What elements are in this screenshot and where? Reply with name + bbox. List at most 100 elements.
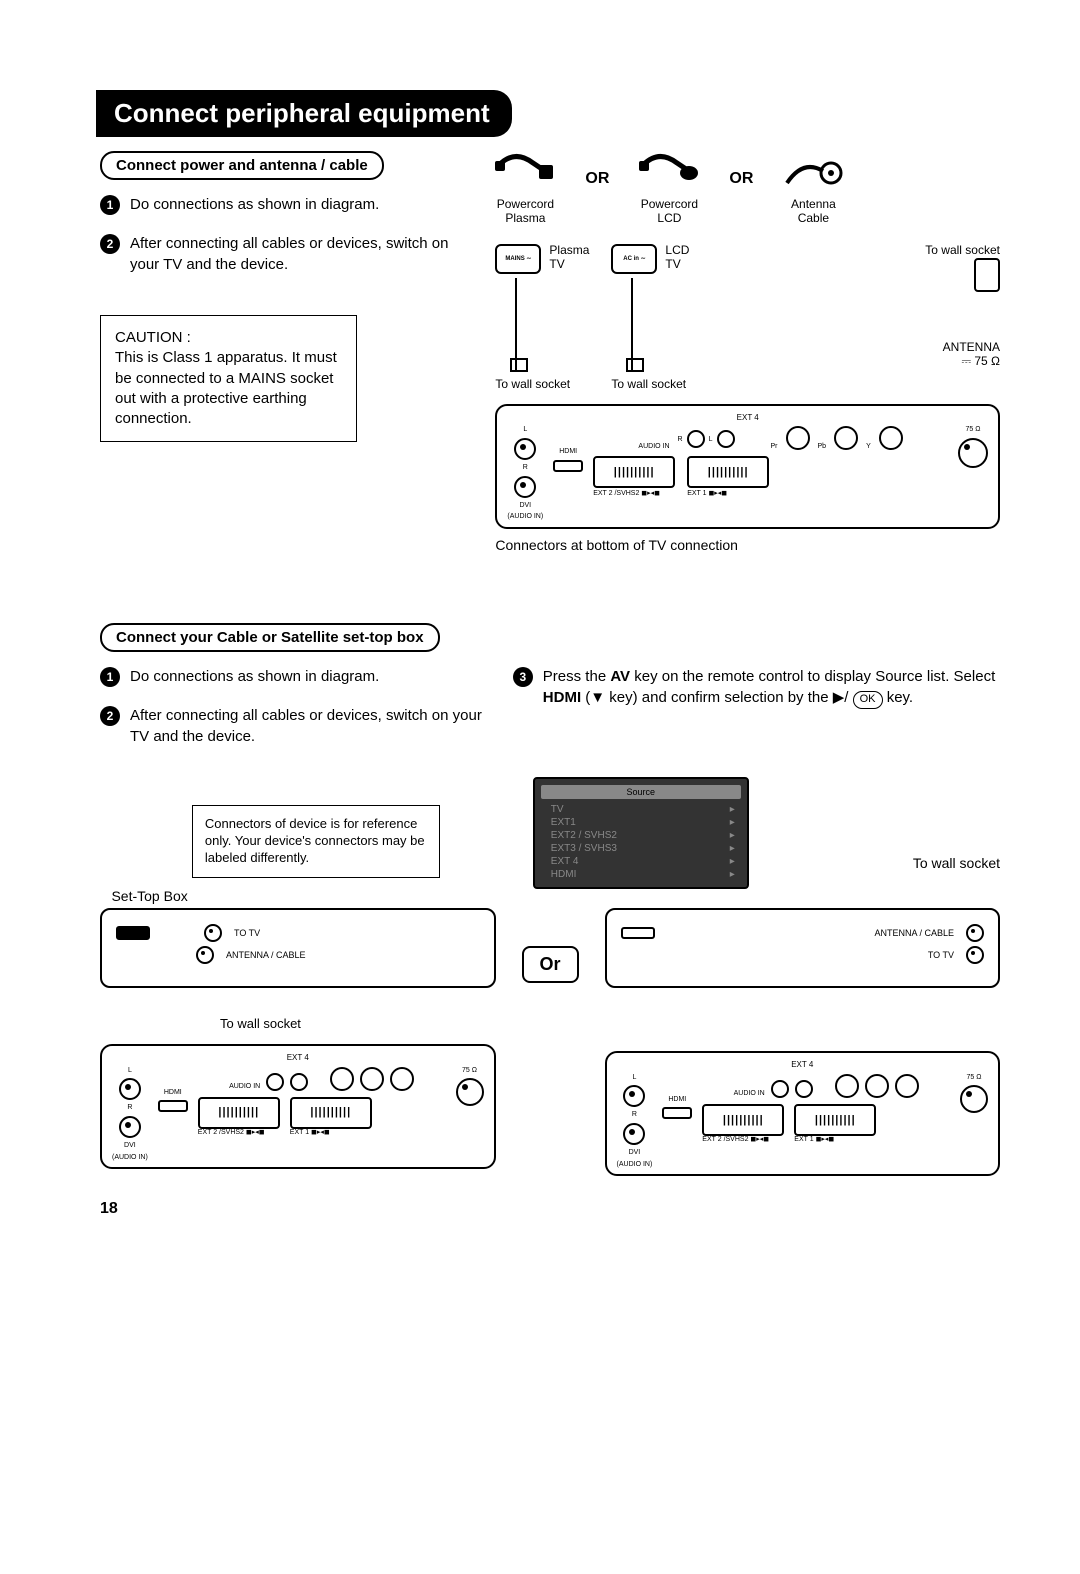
source-item: EXT 4▸ [541, 855, 741, 868]
wall-label-3: To wall socket [925, 244, 1000, 258]
panel-ohm: 75 Ω [966, 426, 981, 434]
or-2: OR [729, 170, 753, 188]
cord-plasma [515, 278, 589, 370]
pl-rca2 [290, 1073, 308, 1091]
stb-hdmi-right [621, 927, 655, 939]
jack-audio-r [514, 476, 536, 498]
stb-totv-label: TO TV [234, 928, 260, 938]
pl-l: L [128, 1067, 132, 1075]
stb-totv-label-r: TO TV [928, 950, 954, 960]
panel-ext4: EXT 4 [507, 414, 988, 423]
cable1-l2: Plasma [505, 211, 545, 225]
lcd-tv-label: LCDTV [665, 244, 689, 272]
section2-step1: Do connections as shown in diagram. [130, 666, 483, 687]
mains-plug: MAINS ∼ [495, 244, 541, 274]
pl-hdmi-slot [158, 1100, 188, 1112]
section2-step3: Press the AV key on the remote control t… [543, 666, 1000, 708]
stb-label: Set-Top Box [111, 888, 482, 904]
jack-l: L [523, 426, 527, 434]
caution-text: This is Class 1 apparatus. It must be co… [115, 349, 337, 427]
pr-rca1 [771, 1080, 789, 1098]
rca-y [879, 426, 903, 450]
jack-hdmi-lbl: HDMI [559, 448, 577, 456]
pl-dvi: DVI [124, 1142, 136, 1150]
pr-r: R [632, 1111, 637, 1119]
rca-y-l: Y [866, 443, 871, 451]
pl-rca-pb [360, 1067, 384, 1091]
pl-hdmi: HDMI [164, 1089, 182, 1097]
jack-r: R [523, 464, 528, 472]
antenna-plug [974, 258, 1000, 292]
source-menu-title: Source [541, 785, 741, 799]
stb-left-wall: To wall socket [220, 1017, 496, 1032]
step-num-1: 1 [100, 195, 120, 215]
pr-scart2-l: EXT 2 /SVHS2 ◼▸◂◼ [702, 1136, 784, 1144]
s2-step-num-3: 3 [513, 667, 533, 687]
pl-jack-r [119, 1116, 141, 1138]
pr-dvi: DVI [629, 1149, 641, 1157]
cord-lcd [631, 278, 689, 370]
pr-jack-l [623, 1085, 645, 1107]
jack-audio-l [514, 438, 536, 460]
s2-step-num-1: 1 [100, 667, 120, 687]
pr-hdmi-slot [662, 1107, 692, 1119]
pr-scart1 [794, 1104, 876, 1136]
pr-ohm: 75 Ω [967, 1074, 982, 1082]
plasma-tv-label: PlasmaTV [549, 244, 589, 272]
stb-hdmi-left [116, 926, 150, 940]
panel-audio-in: AUDIO IN [638, 443, 669, 451]
scart-ext1 [687, 456, 769, 488]
stb-coax-ant-right [966, 924, 984, 942]
stb-coax-totv-left [204, 924, 222, 942]
antenna-jack [958, 438, 988, 468]
section1-step1: Do connections as shown in diagram. [130, 194, 465, 215]
caution-label: CAUTION : [115, 329, 191, 346]
wall-label-1: To wall socket [495, 378, 589, 392]
tv-panel-left: EXT 4 L R DVI (AUDIO IN) HDMI [100, 1044, 496, 1170]
cable1-l1: Powercord [497, 197, 554, 211]
rca-pr [786, 426, 810, 450]
section2-heading: Connect your Cable or Satellite set-top … [100, 623, 440, 652]
page-number: 18 [100, 1200, 1000, 1218]
pr-scart1-l: EXT 1 ◼▸◂◼ [794, 1136, 876, 1144]
source-item: HDMI▸ [541, 868, 741, 881]
pr-ant-jack [960, 1085, 988, 1113]
panel-caption: Connectors at bottom of TV connection [495, 537, 1000, 553]
hdmi-slot [553, 460, 583, 472]
acin-plug: AC in ∼ [611, 244, 657, 274]
pl-scart2-l: EXT 2 /SVHS2 ◼▸◂◼ [198, 1129, 280, 1137]
pr-hdmi: HDMI [668, 1096, 686, 1104]
stb-left: TO TV ANTENNA / CABLE [100, 908, 496, 988]
wall-label-r: To wall socket [913, 855, 1000, 871]
source-item: EXT1▸ [541, 816, 741, 829]
step-num-2: 2 [100, 234, 120, 254]
pr-scart2 [702, 1104, 784, 1136]
cable3-l2: Cable [798, 211, 829, 225]
pl-ant-jack [456, 1078, 484, 1106]
source-item: TV▸ [541, 803, 741, 816]
pl-scart1 [290, 1097, 372, 1129]
pr-rca-pr [835, 1074, 859, 1098]
panel-ext4-b2: EXT 4 [617, 1061, 989, 1070]
section1-step2: After connecting all cables or devices, … [130, 233, 465, 275]
pl-rca-y [390, 1067, 414, 1091]
scart-ext2-lbl: EXT 2 /SVHS2 ◼▸◂◼ [593, 490, 675, 498]
page-title: Connect peripheral equipment [96, 90, 512, 137]
pr-ain: (AUDIO IN) [617, 1161, 653, 1169]
rca-l: L [709, 436, 713, 444]
pl-r: R [127, 1104, 132, 1112]
rca-audio-l [717, 430, 735, 448]
pl-scart1-l: EXT 1 ◼▸◂◼ [290, 1129, 372, 1137]
rca-pr-l: Pr [771, 443, 778, 451]
cable-icon-row: PowercordPlasma OR PowercordLCD OR Anten… [495, 151, 1000, 226]
connector-note: Connectors of device is for reference on… [192, 805, 440, 878]
pr-jack-r [623, 1123, 645, 1145]
pl-ohm: 75 Ω [462, 1067, 477, 1075]
s2-step-num-2: 2 [100, 706, 120, 726]
stb-coax-ant-left [196, 946, 214, 964]
pr-l: L [632, 1074, 636, 1082]
caution-box: CAUTION : This is Class 1 apparatus. It … [100, 315, 357, 442]
pr-rca-y [895, 1074, 919, 1098]
tv-panel-right: EXT 4 L R DVI (AUDIO IN) HDMI [605, 1051, 1001, 1177]
cable2-l2: LCD [657, 211, 681, 225]
